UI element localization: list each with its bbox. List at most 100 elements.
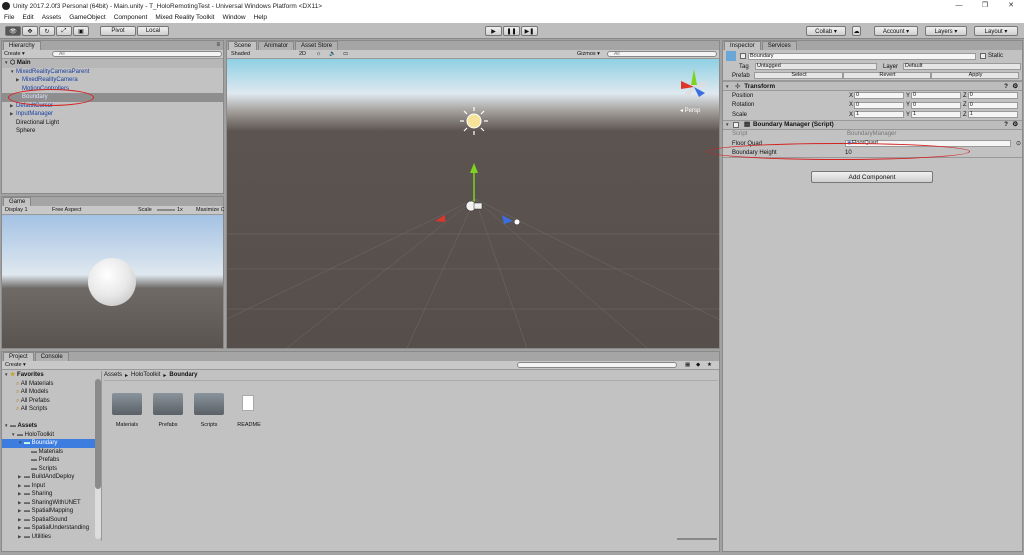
- static-checkbox[interactable]: [980, 53, 986, 59]
- assets-row[interactable]: ▼ ▬ Assets: [2, 422, 101, 431]
- transform-x-field[interactable]: 0: [854, 101, 905, 109]
- aspect-dropdown[interactable]: Free Aspect: [52, 207, 81, 213]
- component-enabled-checkbox[interactable]: [733, 121, 739, 128]
- tab-services[interactable]: Services: [761, 41, 797, 50]
- scale-slider[interactable]: [157, 209, 175, 211]
- project-folder-item[interactable]: ▬ Materials: [2, 448, 101, 457]
- axis-label-y[interactable]: Y: [906, 93, 910, 99]
- maximize-icon[interactable]: ❐: [972, 0, 998, 12]
- hierarchy-search-input[interactable]: All: [52, 51, 222, 57]
- project-folder-item[interactable]: ▶ ▬ Input: [2, 482, 101, 491]
- effects-icon[interactable]: ▭: [343, 51, 348, 57]
- favorite-item[interactable]: ⌕ All Materials: [2, 380, 101, 389]
- menu-mrtk[interactable]: Mixed Reality Toolkit: [155, 14, 214, 21]
- favorite-item[interactable]: ⌕ All Scripts: [2, 405, 101, 414]
- project-search-input[interactable]: [517, 362, 677, 368]
- folder-icon[interactable]: [153, 393, 183, 415]
- document-icon[interactable]: [242, 395, 254, 411]
- prefab-apply-button[interactable]: Apply: [931, 72, 1019, 80]
- rotate-tool-icon[interactable]: ↻: [39, 26, 55, 36]
- transform-z-field[interactable]: 0: [967, 101, 1018, 109]
- hierarchy-item[interactable]: Directional Light: [2, 119, 223, 128]
- favorite-star-icon[interactable]: ★: [707, 362, 712, 368]
- layers-button[interactable]: Layers ▾: [925, 26, 967, 36]
- move-tool-icon[interactable]: ✥: [22, 26, 38, 36]
- favorite-item[interactable]: ⌕ All Prefabs: [2, 397, 101, 406]
- boundary-manager-header[interactable]: ▼ ▤ Boundary Manager (Script) ? ⚙: [723, 119, 1022, 130]
- project-folder-item[interactable]: ▬ Scripts: [2, 465, 101, 474]
- add-component-button[interactable]: Add Component: [811, 171, 933, 183]
- lighting-icon[interactable]: ☼: [316, 51, 321, 57]
- hierarchy-item[interactable]: ▶ MixedRealityCamera: [2, 76, 223, 85]
- help-icon[interactable]: ?: [1004, 83, 1008, 90]
- scene-view[interactable]: ◂ Persp: [227, 59, 719, 348]
- project-folder-item[interactable]: ▶ ▬ BuildAndDeploy: [2, 473, 101, 482]
- project-folder-item[interactable]: ▶ ▬ Sharing: [2, 490, 101, 499]
- project-folder-item[interactable]: ▼ ▬ Boundary: [2, 439, 101, 448]
- hand-tool-icon[interactable]: 👁: [5, 26, 21, 36]
- step-icon[interactable]: ▶❚: [521, 26, 538, 36]
- favorite-item[interactable]: ⌕ All Models: [2, 388, 101, 397]
- menu-edit[interactable]: Edit: [22, 14, 33, 21]
- tag-dropdown[interactable]: Untagged: [755, 63, 877, 71]
- hierarchy-item[interactable]: Sphere: [2, 127, 223, 136]
- component-settings-icon[interactable]: ⚙: [1012, 121, 1018, 128]
- project-folder-item[interactable]: ▶ ▬ SpatialSound: [2, 516, 101, 525]
- display-dropdown[interactable]: Display 1: [5, 207, 49, 213]
- axis-label-x[interactable]: X: [849, 93, 853, 99]
- maximize-toggle[interactable]: Maximize On Play: [196, 207, 224, 213]
- tab-animator[interactable]: Animator: [258, 41, 295, 50]
- axis-label-x[interactable]: X: [849, 112, 853, 118]
- filter-label-icon[interactable]: ◆: [696, 362, 700, 368]
- game-view[interactable]: [2, 215, 223, 348]
- tree-scrollbar[interactable]: [95, 379, 101, 539]
- scene-row[interactable]: ▼ ⬡ Main: [2, 59, 223, 68]
- folder-icon[interactable]: [112, 393, 142, 415]
- hierarchy-create-button[interactable]: Create ▾: [4, 51, 25, 57]
- hierarchy-item[interactable]: ▼ MixedRealityCameraParent: [2, 68, 223, 77]
- axis-label-z[interactable]: Z: [963, 93, 967, 99]
- panel-menu-icon[interactable]: ≡: [216, 42, 220, 48]
- local-button[interactable]: Local: [137, 26, 169, 36]
- prefab-select-button[interactable]: Select: [754, 72, 843, 80]
- axis-label-x[interactable]: X: [849, 102, 853, 108]
- layout-button[interactable]: Layout ▾: [974, 26, 1018, 36]
- active-checkbox[interactable]: [740, 53, 746, 59]
- filter-type-icon[interactable]: ▦: [685, 362, 690, 368]
- project-folder-item[interactable]: ▼ ▬ HoloToolkit: [2, 431, 101, 440]
- favorites-row[interactable]: ▼ ★ Favorites: [2, 371, 101, 380]
- collapse-arrow-icon[interactable]: ▼: [725, 84, 731, 89]
- pause-icon[interactable]: ❚❚: [503, 26, 520, 36]
- menu-window[interactable]: Window: [222, 14, 245, 21]
- folder-icon[interactable]: [194, 393, 224, 415]
- tab-hierarchy[interactable]: Hierarchy: [3, 41, 41, 50]
- persp-label[interactable]: ◂ Persp: [680, 108, 701, 114]
- scale-tool-icon[interactable]: ⤢: [56, 26, 72, 36]
- menu-file[interactable]: File: [4, 14, 14, 21]
- axis-label-z[interactable]: Z: [963, 102, 967, 108]
- project-folder-item[interactable]: ▶ ▬ Utilities: [2, 533, 101, 542]
- component-settings-icon[interactable]: ⚙: [1012, 83, 1018, 90]
- breadcrumb-assets[interactable]: Assets: [104, 372, 122, 378]
- audio-icon[interactable]: 🔈: [329, 51, 336, 57]
- object-name-field[interactable]: Boundary: [748, 52, 976, 60]
- tab-console[interactable]: Console: [34, 352, 69, 361]
- close-icon[interactable]: ✕: [998, 0, 1024, 12]
- play-icon[interactable]: ▶: [485, 26, 502, 36]
- transform-y-field[interactable]: 0: [911, 101, 962, 109]
- transform-x-field[interactable]: 1: [854, 111, 905, 119]
- pivot-button[interactable]: Pivot: [100, 26, 136, 36]
- project-create-button[interactable]: Create ▾: [5, 362, 26, 368]
- cloud-icon[interactable]: ☁: [852, 26, 861, 36]
- menu-component[interactable]: Component: [114, 14, 148, 21]
- minimize-icon[interactable]: —: [946, 0, 972, 12]
- menu-help[interactable]: Help: [254, 14, 267, 21]
- account-button[interactable]: Account ▾: [874, 26, 918, 36]
- tab-game[interactable]: Game: [3, 197, 32, 206]
- help-icon[interactable]: ?: [1004, 121, 1008, 128]
- gizmos-dropdown[interactable]: Gizmos ▾: [577, 51, 600, 57]
- tab-inspector[interactable]: Inspector: [724, 41, 761, 50]
- axis-label-z[interactable]: Z: [963, 112, 967, 118]
- project-folder-item[interactable]: ▶ ▬ SharingWithUNET: [2, 499, 101, 508]
- transform-y-field[interactable]: 0: [911, 92, 962, 100]
